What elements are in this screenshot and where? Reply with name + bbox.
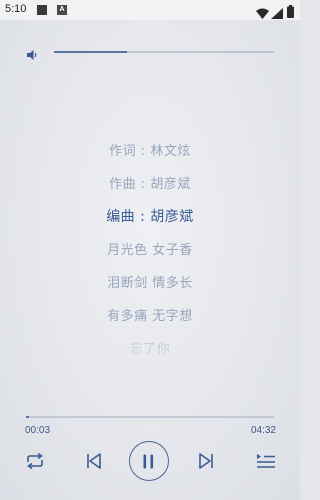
playlist-icon	[256, 453, 276, 469]
battery-icon	[287, 3, 294, 22]
next-track-button[interactable]	[198, 453, 214, 469]
lyric-line: 月光色 女子香	[107, 243, 193, 258]
skip-next-icon	[198, 453, 214, 469]
notification-square-icon	[37, 5, 47, 15]
volume-icon[interactable]	[26, 46, 38, 65]
status-time: 5:10	[5, 3, 27, 15]
volume-slider-fill	[54, 51, 127, 53]
elapsed-time: 00:03	[25, 425, 51, 436]
status-bar: 5:10 A	[0, 0, 300, 20]
lyric-line: 作词 : 林文炫	[109, 144, 191, 159]
signal-icon	[271, 4, 283, 23]
repeat-button[interactable]	[25, 453, 45, 469]
total-time: 04:32	[250, 425, 276, 436]
volume-slider[interactable]	[54, 51, 274, 53]
wifi-icon	[256, 4, 269, 23]
repeat-icon	[25, 453, 45, 469]
music-player-screen: 5:10 A 作词 : 林文炫 作曲 : 胡彦斌 编曲 : 胡彦斌 月光色 女子香 泪断…	[0, 0, 300, 500]
lyric-line: 有多痛 无字想	[107, 309, 193, 324]
lyric-line: 作曲 : 胡彦斌	[109, 177, 191, 192]
lyric-line: 忘了你	[129, 342, 171, 357]
skip-previous-icon	[86, 453, 102, 469]
previous-track-button[interactable]	[86, 453, 102, 469]
seek-bar-fill	[26, 416, 29, 418]
playlist-button[interactable]	[256, 453, 276, 469]
seek-bar[interactable]	[26, 416, 274, 418]
a-badge-icon: A	[57, 5, 67, 15]
lyric-line-current: 编曲 : 胡彦斌	[106, 209, 194, 225]
lyric-line: 泪断剑 情多长	[107, 276, 193, 291]
play-pause-button[interactable]	[129, 441, 169, 481]
